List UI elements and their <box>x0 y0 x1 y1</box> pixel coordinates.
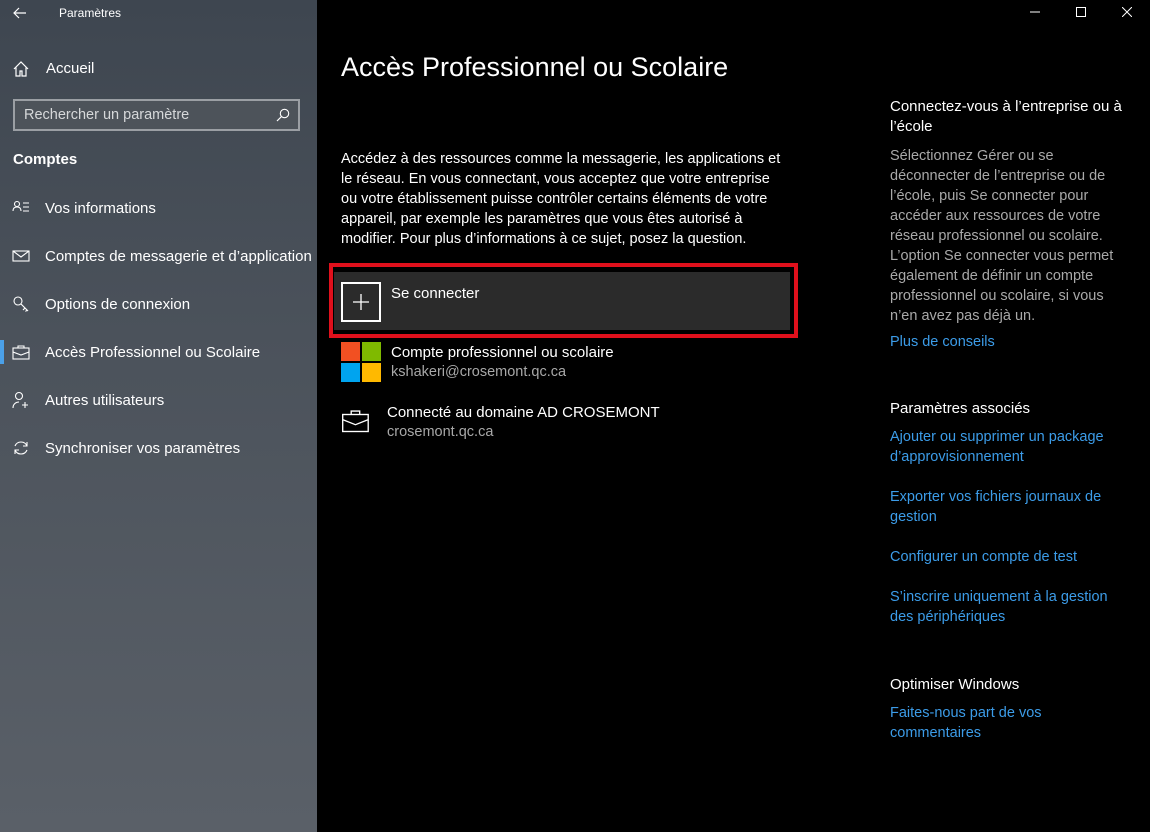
sidebar-item-label: Vos informations <box>45 199 156 217</box>
account-title: Connecté au domaine AD CROSEMONT <box>387 404 660 421</box>
related-settings: Paramètres associés Ajouter ou supprimer… <box>890 399 1130 627</box>
provisioning-package-link[interactable]: Ajouter ou supprimer un package d’approv… <box>890 427 1130 467</box>
section-title: Comptes <box>13 151 78 168</box>
sidebar-nav: Vos informations Comptes de messagerie e… <box>0 184 317 472</box>
tips-link[interactable]: Plus de conseils <box>890 332 1130 352</box>
sidebar-item-label: Comptes de messagerie et d’application <box>45 247 312 265</box>
account-email: kshakeri@crosemont.qc.ca <box>391 364 567 380</box>
app-title: Paramètres <box>59 6 122 20</box>
back-arrow-icon <box>13 7 26 19</box>
person-list-icon <box>12 200 29 212</box>
close-icon <box>1122 7 1132 17</box>
sync-icon <box>14 441 28 455</box>
microsoft-logo-icon <box>341 342 381 382</box>
mail-icon <box>12 250 30 262</box>
domain-account-item[interactable]: Connecté au domaine AD CROSEMONT crosemo… <box>341 402 801 446</box>
work-account-item[interactable]: Compte professionnel ou scolaire kshaker… <box>341 342 801 386</box>
page-title: Accès Professionnel ou Scolaire <box>341 52 729 82</box>
page-description: Accédez à des ressources comme la messag… <box>341 151 781 247</box>
related-heading: Paramètres associés <box>890 400 1031 417</box>
search-box <box>13 99 300 131</box>
person-add-icon <box>12 391 28 409</box>
help-heading: Connectez-vous à l’entreprise ou à l’éco… <box>890 98 1122 135</box>
account-title: Compte professionnel ou scolaire <box>391 344 614 361</box>
maximize-button[interactable] <box>1058 0 1104 24</box>
title-bar: Paramètres <box>0 0 317 26</box>
connect-button[interactable]: Se connecter <box>334 272 790 330</box>
sidebar-item-label: Options de connexion <box>45 295 191 313</box>
connect-label: Se connecter <box>391 285 480 302</box>
maximize-icon <box>1076 7 1086 17</box>
search-button[interactable] <box>268 101 298 129</box>
sidebar-item-sign-in-options[interactable]: Options de connexion <box>0 280 317 328</box>
test-account-link[interactable]: Configurer un compte de test <box>890 547 1130 567</box>
sidebar-item-label: Accès Professionnel ou Scolaire <box>45 343 261 361</box>
briefcase-icon <box>342 410 369 433</box>
sidebar-item-your-info[interactable]: Vos informations <box>0 184 317 232</box>
sidebar-item-label: Synchroniser vos paramètres <box>45 439 241 457</box>
window-controls <box>1012 0 1150 24</box>
help-section: Connectez-vous à l’entreprise ou à l’éco… <box>890 97 1130 352</box>
key-icon <box>13 296 29 312</box>
sidebar-item-label: Autres utilisateurs <box>45 391 165 409</box>
help-text: Sélectionnez Gérer ou se déconnecter de … <box>890 148 1114 324</box>
back-button[interactable] <box>0 0 40 26</box>
sidebar-item-label: Accueil <box>46 59 95 77</box>
optimize-heading: Optimiser Windows <box>890 676 1020 693</box>
sidebar-item-home[interactable]: Accueil <box>0 54 317 82</box>
account-domain: crosemont.qc.ca <box>387 424 494 440</box>
close-button[interactable] <box>1104 0 1150 24</box>
plus-icon <box>341 282 381 322</box>
feedback-link[interactable]: Faites-nous part de vos commentaires <box>890 703 1130 743</box>
sidebar-item-work-school-access[interactable]: Accès Professionnel ou Scolaire <box>0 328 317 376</box>
optimize-section: Optimiser Windows Faites-nous part de vo… <box>890 675 1130 743</box>
sidebar-item-other-users[interactable]: Autres utilisateurs <box>0 376 317 424</box>
briefcase-icon <box>12 345 30 360</box>
search-icon <box>276 108 290 122</box>
sidebar: Paramètres Accueil Comptes Vos informati… <box>0 0 317 832</box>
minimize-button[interactable] <box>1012 0 1058 24</box>
home-icon <box>13 61 29 77</box>
export-logs-link[interactable]: Exporter vos fichiers journaux de gestio… <box>890 487 1130 527</box>
minimize-icon <box>1030 11 1040 13</box>
sidebar-item-sync-settings[interactable]: Synchroniser vos paramètres <box>0 424 317 472</box>
sidebar-item-email-accounts[interactable]: Comptes de messagerie et d’application <box>0 232 317 280</box>
device-management-link[interactable]: S’inscrire uniquement à la gestion des p… <box>890 587 1130 627</box>
search-input[interactable] <box>15 107 268 123</box>
